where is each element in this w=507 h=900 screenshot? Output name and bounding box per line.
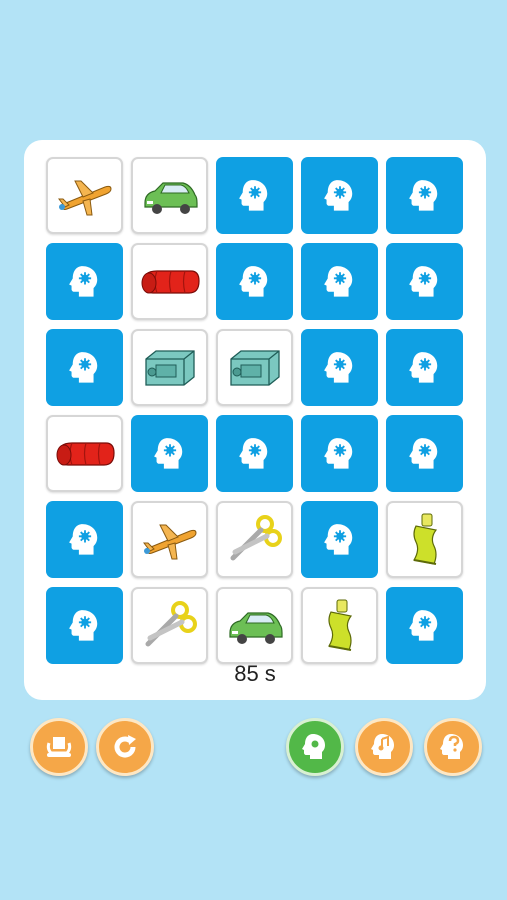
head-gear-icon — [318, 346, 362, 390]
card-hidden[interactable] — [46, 587, 123, 664]
card-hidden[interactable] — [301, 415, 378, 492]
sharpener-icon — [223, 341, 287, 395]
head-gear-icon — [403, 174, 447, 218]
card-hidden[interactable] — [216, 157, 293, 234]
card-scissors[interactable] — [216, 501, 293, 578]
car-icon — [224, 603, 286, 649]
card-sharpener[interactable] — [216, 329, 293, 406]
theme-button[interactable] — [286, 718, 344, 776]
head-gear-icon — [318, 260, 362, 304]
head-gear-icon — [233, 260, 277, 304]
sound-button[interactable] — [355, 718, 413, 776]
sharpener-icon — [138, 341, 202, 395]
car-icon — [139, 173, 201, 219]
sleeping-bag-icon — [137, 259, 203, 305]
airplane-icon — [53, 171, 117, 221]
cards-button[interactable] — [30, 718, 88, 776]
head-music-icon — [371, 734, 394, 759]
card-hidden[interactable] — [386, 157, 463, 234]
restart-button[interactable] — [96, 718, 154, 776]
head-gear-icon — [403, 260, 447, 304]
card-hidden[interactable] — [216, 415, 293, 492]
head-question-icon — [440, 734, 463, 759]
restart-icon — [114, 735, 136, 758]
head-gear-icon — [233, 174, 277, 218]
card-hidden[interactable] — [386, 329, 463, 406]
head-gear-icon — [148, 432, 192, 476]
card-glue-tube[interactable] — [386, 501, 463, 578]
card-hidden[interactable] — [216, 243, 293, 320]
head-gear-icon — [233, 432, 277, 476]
card-car[interactable] — [131, 157, 208, 234]
scissors-icon — [140, 598, 200, 654]
cards-icon — [46, 737, 72, 757]
card-hidden[interactable] — [386, 243, 463, 320]
card-hidden[interactable] — [46, 501, 123, 578]
head-gear-icon — [403, 346, 447, 390]
head-gear-icon — [403, 604, 447, 648]
head-gear-icon — [63, 604, 107, 648]
glue-tube-icon — [315, 594, 365, 658]
head-gear-icon — [302, 734, 325, 759]
card-sharpener[interactable] — [131, 329, 208, 406]
head-gear-icon — [318, 518, 362, 562]
glue-tube-icon — [400, 508, 450, 572]
card-sleeping-bag[interactable] — [46, 415, 123, 492]
card-hidden[interactable] — [131, 415, 208, 492]
timer-label: 85 s — [234, 661, 276, 686]
head-gear-icon — [63, 260, 107, 304]
card-airplane[interactable] — [131, 501, 208, 578]
game-board: 85 s — [24, 140, 486, 700]
head-gear-icon — [403, 432, 447, 476]
help-button[interactable] — [424, 718, 482, 776]
card-hidden[interactable] — [301, 157, 378, 234]
card-hidden[interactable] — [46, 329, 123, 406]
card-grid — [46, 157, 463, 664]
head-gear-icon — [318, 432, 362, 476]
airplane-icon — [138, 515, 202, 565]
card-scissors[interactable] — [131, 587, 208, 664]
card-hidden[interactable] — [46, 243, 123, 320]
card-hidden[interactable] — [386, 587, 463, 664]
card-car[interactable] — [216, 587, 293, 664]
sleeping-bag-icon — [52, 431, 118, 477]
card-hidden[interactable] — [301, 329, 378, 406]
head-gear-icon — [318, 174, 362, 218]
card-sleeping-bag[interactable] — [131, 243, 208, 320]
head-gear-icon — [63, 346, 107, 390]
card-hidden[interactable] — [301, 501, 378, 578]
card-glue-tube[interactable] — [301, 587, 378, 664]
card-hidden[interactable] — [301, 243, 378, 320]
scissors-icon — [225, 512, 285, 568]
card-hidden[interactable] — [386, 415, 463, 492]
card-airplane[interactable] — [46, 157, 123, 234]
head-gear-icon — [63, 518, 107, 562]
